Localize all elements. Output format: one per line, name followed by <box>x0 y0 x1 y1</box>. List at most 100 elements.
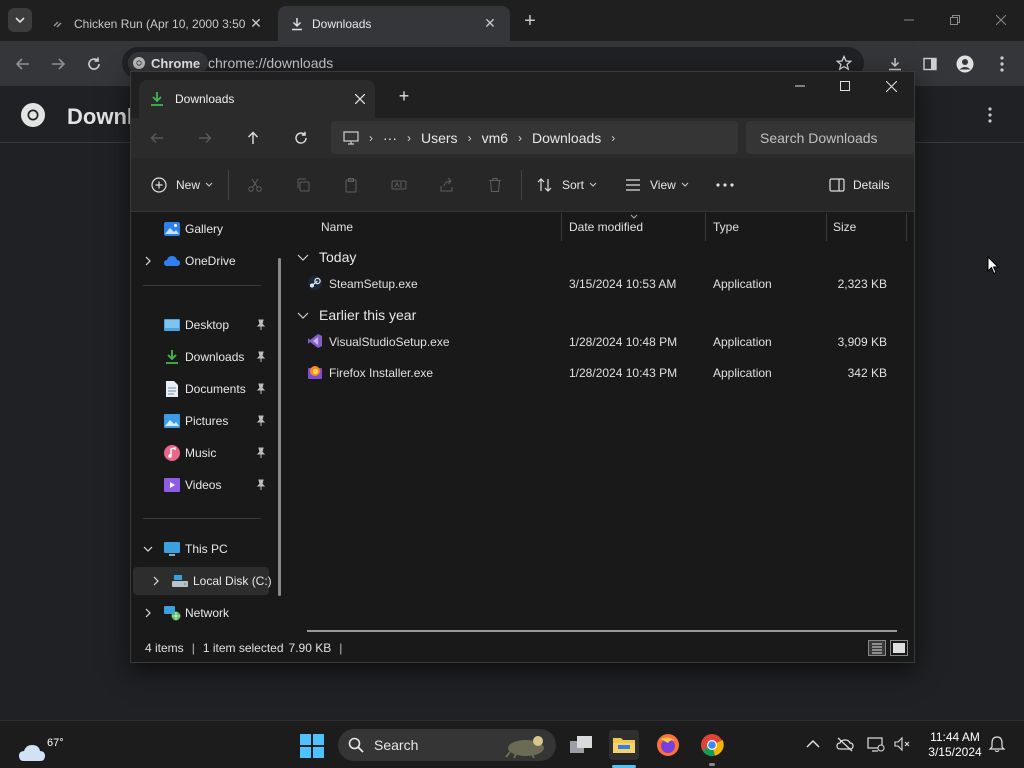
nav-scrollbar[interactable] <box>278 258 281 596</box>
file-row[interactable]: SteamSetup.exe 3/15/2024 10:53 AM Applic… <box>301 271 901 297</box>
chevron-right-icon: › <box>518 130 523 145</box>
pin-icon[interactable] <box>255 351 267 363</box>
nav-item-downloads[interactable]: Downloads <box>131 343 279 371</box>
more-options-icon[interactable] <box>715 176 735 194</box>
search-input[interactable]: Search Downloads <box>746 121 914 154</box>
pin-icon[interactable] <box>255 319 267 331</box>
chevron-down-icon[interactable] <box>143 544 153 554</box>
show-hidden-icons-chevron-icon[interactable] <box>804 735 822 753</box>
close-tab-icon[interactable]: ✕ <box>482 15 498 32</box>
nav-label: Network <box>185 606 230 620</box>
system-clock[interactable]: 11:44 AM 3/15/2024 <box>920 730 990 760</box>
nav-item-local-disk[interactable]: Local Disk (C:) <box>133 567 272 595</box>
nav-item-network[interactable]: Network <box>131 599 279 627</box>
tab-search-button[interactable] <box>8 8 32 32</box>
nav-item-gallery[interactable]: Gallery <box>131 215 279 243</box>
restore-icon[interactable] <box>932 0 978 40</box>
column-header-size[interactable]: Size <box>833 213 856 241</box>
large-icons-view-button[interactable] <box>890 640 908 656</box>
new-tab-button[interactable]: + <box>518 9 542 33</box>
file-row[interactable]: Firefox Installer.exe 1/28/2024 10:43 PM… <box>301 360 901 386</box>
tab-downloads[interactable]: Downloads ✕ <box>278 6 510 41</box>
details-view-button[interactable] <box>868 640 886 656</box>
forward-button[interactable] <box>190 124 220 152</box>
nav-item-pictures[interactable]: Pictures <box>131 407 279 435</box>
firefox-taskbar-button[interactable] <box>653 730 683 760</box>
column-divider[interactable] <box>826 213 827 241</box>
more-vertical-icon[interactable] <box>988 107 992 123</box>
chevron-right-icon[interactable] <box>143 256 153 266</box>
close-tab-icon[interactable]: ✕ <box>248 15 264 32</box>
bookmark-star-icon[interactable] <box>836 55 852 71</box>
pin-icon[interactable] <box>255 383 267 395</box>
new-button[interactable]: New <box>151 172 213 198</box>
horizontal-scrollbar[interactable] <box>307 630 897 632</box>
column-divider[interactable] <box>705 213 706 241</box>
column-header-type[interactable]: Type <box>713 213 739 241</box>
sort-button[interactable]: Sort <box>537 172 597 198</box>
group-header-today[interactable]: Today <box>297 246 356 268</box>
nav-item-music[interactable]: Music <box>131 439 279 467</box>
close-window-icon[interactable] <box>978 0 1024 40</box>
nav-item-onedrive[interactable]: OneDrive <box>131 247 279 275</box>
minimize-icon[interactable] <box>886 0 932 40</box>
column-divider[interactable] <box>561 213 562 241</box>
refresh-button[interactable] <box>286 124 316 152</box>
back-button[interactable] <box>142 124 172 152</box>
paste-icon[interactable] <box>342 176 360 194</box>
file-row[interactable]: VisualStudioSetup.exe 1/28/2024 10:48 PM… <box>301 329 901 355</box>
breadcrumb-downloads[interactable]: Downloads <box>532 130 601 146</box>
reload-button[interactable] <box>81 51 107 77</box>
close-window-icon[interactable] <box>868 72 914 100</box>
pin-icon[interactable] <box>255 479 267 491</box>
view-button[interactable]: View <box>625 172 689 198</box>
close-tab-icon[interactable] <box>355 94 365 104</box>
share-icon[interactable] <box>438 176 456 194</box>
network-status-icon[interactable] <box>867 735 885 753</box>
column-divider[interactable] <box>906 213 907 241</box>
maximize-icon[interactable] <box>822 72 868 100</box>
pin-icon[interactable] <box>255 447 267 459</box>
nav-item-videos[interactable]: Videos <box>131 471 279 499</box>
rename-icon[interactable] <box>390 176 408 194</box>
explorer-new-tab-button[interactable]: + <box>393 85 415 107</box>
file-explorer-taskbar-button[interactable] <box>609 730 639 760</box>
start-button[interactable] <box>300 734 324 758</box>
breadcrumb-vm6[interactable]: vm6 <box>482 130 508 146</box>
computer-icon[interactable] <box>343 130 359 145</box>
cut-icon[interactable] <box>246 176 264 194</box>
onedrive-offline-icon[interactable] <box>836 735 854 753</box>
up-button[interactable] <box>238 124 268 152</box>
chrome-taskbar-button[interactable] <box>697 730 727 760</box>
group-header-earlier-this-year[interactable]: Earlier this year <box>297 304 416 326</box>
copy-icon[interactable] <box>294 176 312 194</box>
chevron-right-icon[interactable] <box>143 608 153 618</box>
nav-item-documents[interactable]: Documents <box>131 375 279 403</box>
chrome-menu-button[interactable] <box>989 51 1015 77</box>
nav-item-desktop[interactable]: Desktop <box>131 311 279 339</box>
nav-item-this-pc[interactable]: This PC <box>131 535 279 563</box>
minimize-icon[interactable] <box>777 72 823 100</box>
tab-chicken-run[interactable]: Chicken Run (Apr 10, 2000 3:50 ✕ <box>40 6 276 41</box>
details-button[interactable]: Details <box>829 172 890 198</box>
taskbar-search[interactable]: Search <box>338 729 556 761</box>
breadcrumb-users[interactable]: Users <box>421 130 458 146</box>
breadcrumb[interactable]: › ··· › Users › vm6 › Downloads › <box>331 121 738 154</box>
delete-icon[interactable] <box>486 176 504 194</box>
breadcrumb-overflow[interactable]: ··· <box>383 130 397 146</box>
explorer-tab-downloads[interactable]: Downloads <box>139 80 375 118</box>
column-header-name[interactable]: Name <box>321 213 353 241</box>
side-panel-button[interactable] <box>917 51 943 77</box>
notification-bell-icon[interactable] <box>988 735 1006 753</box>
profile-button[interactable] <box>952 51 978 77</box>
forward-button[interactable] <box>45 51 71 77</box>
weather-widget[interactable]: 67° <box>16 729 64 761</box>
pin-icon[interactable] <box>255 415 267 427</box>
chevron-right-icon[interactable] <box>151 576 161 586</box>
volume-muted-icon[interactable] <box>893 735 911 753</box>
details-label: Details <box>853 178 890 192</box>
arrow-right-icon <box>199 133 212 143</box>
back-button[interactable] <box>10 51 36 77</box>
chevron-right-icon[interactable]: › <box>611 131 615 145</box>
task-view-button[interactable] <box>566 730 596 760</box>
